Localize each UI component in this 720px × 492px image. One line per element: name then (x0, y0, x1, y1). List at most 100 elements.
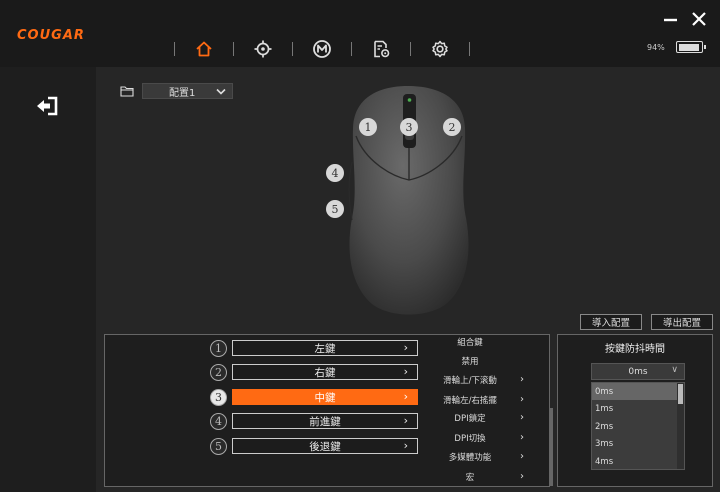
debounce-option[interactable]: 2ms (592, 418, 678, 435)
debounce-options-list: 4ms 3ms 2ms 1ms 0ms (591, 382, 685, 470)
profile-row: 配置1 (120, 83, 233, 99)
function-item-label: 多媒體功能 (448, 453, 492, 463)
minimize-icon (664, 18, 677, 22)
debounce-dropdown[interactable]: 0ms ∨ (591, 363, 685, 380)
export-profile-button[interactable]: 導出配置 (651, 314, 713, 330)
function-item-label: 禁用 (461, 357, 479, 367)
left-sidebar (0, 67, 96, 492)
function-item[interactable]: 滑輪上/下滚動 › (425, 374, 535, 388)
function-item-label: 宏 (465, 473, 475, 483)
home-icon (196, 41, 212, 57)
chevron-right-icon: › (520, 412, 524, 423)
nav-profile-settings-button[interactable] (370, 38, 392, 60)
nav-separator (351, 42, 352, 56)
chevron-right-icon: › (403, 365, 408, 378)
button-assign-label: 左鍵 (314, 342, 336, 355)
battery-level-fill (678, 43, 699, 51)
debounce-selected-value: 0ms (628, 366, 648, 377)
mouse-image (348, 86, 469, 315)
nav-separator (469, 42, 470, 56)
function-item[interactable]: 組合鍵 (425, 336, 535, 350)
function-item[interactable]: 多媒體功能 › (425, 451, 535, 465)
button-assign-row-4[interactable]: 前進鍵 › (232, 413, 418, 429)
chevron-right-icon: › (520, 471, 524, 482)
nav-separator (174, 42, 175, 56)
function-item[interactable]: DPI鎖定 › (425, 412, 535, 426)
chevron-right-icon: › (403, 390, 408, 403)
debounce-option[interactable]: 1ms (592, 401, 678, 418)
function-item-label: 滑輪左/右搖擺 (443, 396, 497, 406)
button-number-badge: 3 (210, 389, 227, 406)
button-number-badge: 4 (210, 413, 227, 430)
mouse-button-marker-1[interactable]: 1 (359, 118, 377, 136)
debounce-option[interactable]: 0ms (592, 383, 678, 400)
battery-icon (676, 41, 706, 53)
function-item[interactable]: 滑輪左/右搖擺 › (425, 394, 535, 408)
mouse-button-marker-3[interactable]: 3 (400, 118, 418, 136)
mouse-button-marker-4[interactable]: 4 (326, 164, 344, 182)
battery-tip (704, 45, 706, 49)
profile-dropdown[interactable]: 配置1 (142, 83, 233, 99)
chevron-down-icon: ∨ (671, 365, 678, 375)
minimize-button[interactable] (662, 10, 680, 28)
import-profile-button[interactable]: 導入配置 (580, 314, 642, 330)
button-number-badge: 1 (210, 340, 227, 357)
nav-separator (233, 42, 234, 56)
nav-dpi-button[interactable] (252, 38, 274, 60)
function-item-label: 滑輪上/下滚動 (443, 376, 497, 386)
dpi-icon (254, 40, 272, 58)
cougar-logo: COUGAR (17, 28, 85, 43)
button-number-badge: 2 (210, 364, 227, 381)
chevron-right-icon: › (403, 414, 408, 427)
debounce-option[interactable]: 4ms (592, 453, 678, 469)
chevron-right-icon: › (520, 432, 524, 443)
nav-home-button[interactable] (193, 38, 215, 60)
chevron-right-icon: › (520, 451, 524, 462)
debounce-list-scrollbar[interactable] (677, 383, 684, 469)
button-assign-row-3[interactable]: 中鍵 › (232, 389, 418, 405)
profile-selected-label: 配置1 (169, 87, 196, 99)
button-assign-label: 中鍵 (314, 391, 336, 404)
function-item-label: DPI鎖定 (454, 414, 486, 424)
main-nav (156, 38, 488, 60)
function-item[interactable]: 宏 › (425, 471, 535, 485)
debounce-list-scroll-thumb[interactable] (678, 384, 683, 404)
button-assign-label: 右鍵 (314, 366, 336, 379)
button-assign-row-1[interactable]: 左鍵 › (232, 340, 418, 356)
folder-icon[interactable] (120, 85, 134, 97)
nav-settings-button[interactable] (429, 38, 451, 60)
top-bar: COUGAR 94% (0, 0, 720, 67)
nav-macro-button[interactable] (311, 38, 333, 60)
chevron-right-icon: › (403, 341, 408, 354)
button-assign-label: 後退鍵 (309, 440, 341, 453)
nav-separator (292, 42, 293, 56)
gear-icon (432, 40, 448, 58)
macro-icon (313, 40, 331, 58)
button-assign-row-5[interactable]: 後退鍵 › (232, 438, 418, 454)
nav-separator (410, 42, 411, 56)
settings-profile-icon (374, 40, 390, 58)
mouse-button-marker-2[interactable]: 2 (443, 118, 461, 136)
app-window: COUGAR 94% 配置1 1 2 3 4 5 導入配置 導出配置 1 左鍵 … (0, 0, 720, 492)
battery-percentage: 94% (647, 43, 665, 52)
close-icon (692, 12, 706, 26)
close-button[interactable] (690, 10, 708, 28)
debounce-option[interactable]: 3ms (592, 436, 678, 453)
chevron-right-icon: › (520, 374, 524, 385)
button-assign-row-2[interactable]: 右鍵 › (232, 364, 418, 380)
button-number-badge: 5 (210, 438, 227, 455)
exit-icon (37, 96, 58, 116)
function-item[interactable]: DPI切換 › (425, 432, 535, 446)
debounce-title: 按鍵防抖時間 (605, 344, 665, 355)
mouse-button-marker-5[interactable]: 5 (326, 200, 344, 218)
function-item[interactable]: 禁用 (425, 355, 535, 369)
mouse-illustration: 1 2 3 4 5 (320, 80, 500, 320)
button-assign-label: 前進鍵 (309, 415, 341, 428)
function-list-scrollbar[interactable] (549, 408, 553, 486)
function-item-label: 組合鍵 (457, 338, 483, 348)
exit-button[interactable] (35, 95, 61, 117)
chevron-right-icon: › (520, 394, 524, 405)
function-item-label: DPI切換 (454, 434, 486, 444)
chevron-right-icon: › (403, 439, 408, 452)
chevron-down-icon (216, 88, 226, 95)
